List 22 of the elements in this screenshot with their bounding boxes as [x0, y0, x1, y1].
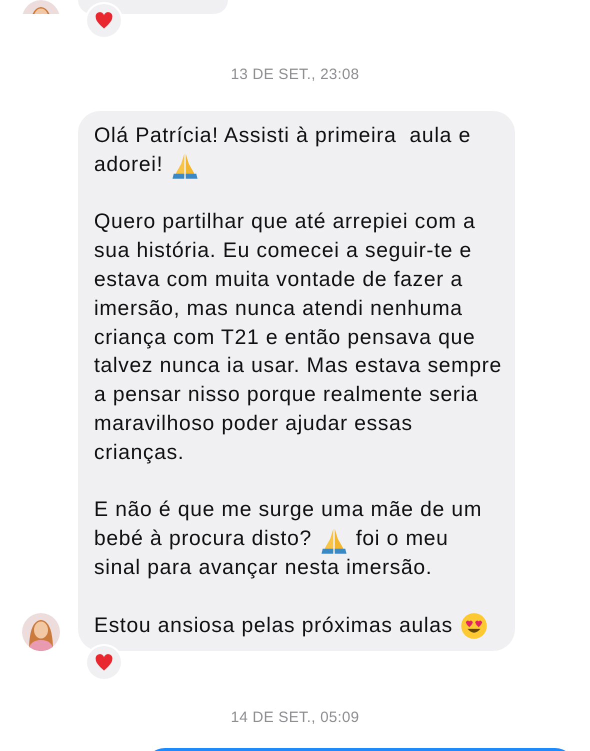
message-text: imersão, mas nunca atendi nenhuma: [94, 296, 463, 322]
message-text: bebé à procura disto?: [94, 526, 312, 552]
message-text: talvez nunca ia usar. Mas estava sempre: [94, 353, 502, 380]
message-text: Estou ansiosa pelas próximas aulas: [94, 612, 453, 639]
message-text: sinal para avançar nesta imersão.: [94, 554, 432, 581]
message-text: maravilhoso poder ajudar essas: [94, 410, 413, 437]
message-text: a pensar nisso porque realmente seria: [94, 382, 478, 408]
message-text: estava com muita vontade de fazer a: [94, 266, 463, 293]
message-text: foi o meu: [356, 526, 449, 552]
message-text: Olá Patrícia! Assisti à primeira aula e: [94, 123, 471, 149]
avatar: [22, 613, 60, 652]
heart-icon: [94, 12, 114, 30]
message-text: sua história. Eu comecei a seguir-te e: [94, 238, 472, 264]
message-text: crianças.: [94, 440, 184, 466]
message-text: Quero partilhar que até arrepiei com a: [94, 209, 476, 236]
timestamp: 14 DE SET., 05:09: [230, 709, 360, 728]
message-text: criança com T21 e então pensava que: [94, 324, 476, 351]
heart-icon: [94, 654, 114, 672]
message-text: E não é que me surge uma mãe de um: [94, 497, 482, 524]
timestamp: 13 DE SET., 23:08: [230, 66, 360, 84]
heart-eyes-emoji-icon: [460, 612, 488, 640]
message-text: adorei!: [94, 152, 164, 178]
